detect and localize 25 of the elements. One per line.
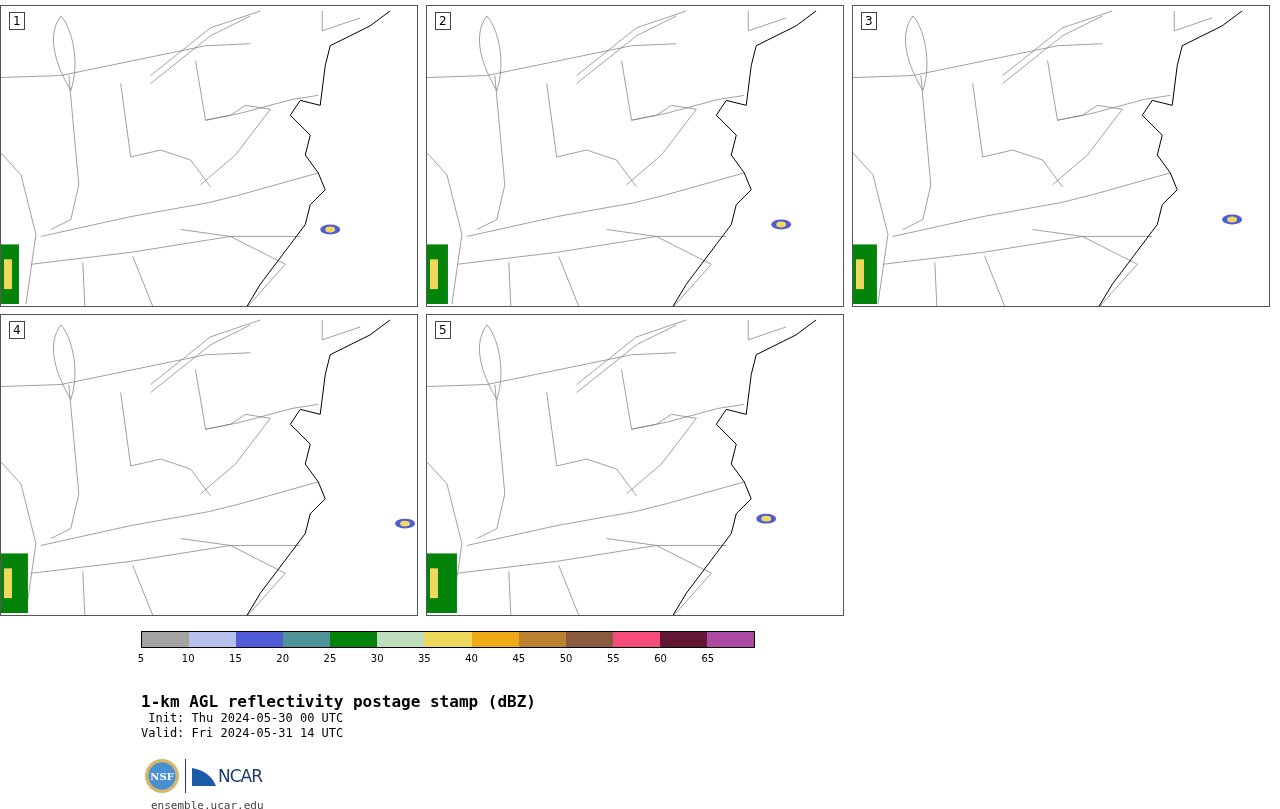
tick-label: 25 xyxy=(323,653,337,664)
tick-label: 65 xyxy=(701,653,715,664)
nsf-logo: NSF xyxy=(145,759,179,793)
tick-label: 60 xyxy=(654,653,667,664)
tick-label: 30 xyxy=(370,653,384,664)
ncar-logo: NCAR xyxy=(192,766,263,786)
panel-number: 1 xyxy=(9,12,25,30)
init-time: Init: Thu 2024-05-30 00 UTC xyxy=(147,711,345,726)
chart-title: 1-km AGL reflectivity postage stamp (dBZ) xyxy=(141,692,537,711)
panel-number: 3 xyxy=(861,12,877,30)
swoosh-icon xyxy=(192,766,216,786)
tick-label: 50 xyxy=(559,653,573,664)
tick-label: 45 xyxy=(512,653,526,664)
tick-label: 5 xyxy=(137,653,145,664)
panel-number: 4 xyxy=(9,321,25,339)
panel-number: 5 xyxy=(435,321,451,339)
tick-label: 35 xyxy=(418,653,431,664)
panel-number: 2 xyxy=(435,12,451,30)
website-url: ensemble.ucar.edu xyxy=(151,799,265,809)
valid-time: Valid: Fri 2024-05-31 14 UTC xyxy=(141,726,345,741)
tick-label: 20 xyxy=(276,653,290,664)
tick-label: 15 xyxy=(229,653,242,664)
tick-label: 40 xyxy=(465,653,478,664)
tick-label: 10 xyxy=(181,653,195,664)
tick-label: 55 xyxy=(606,653,620,664)
